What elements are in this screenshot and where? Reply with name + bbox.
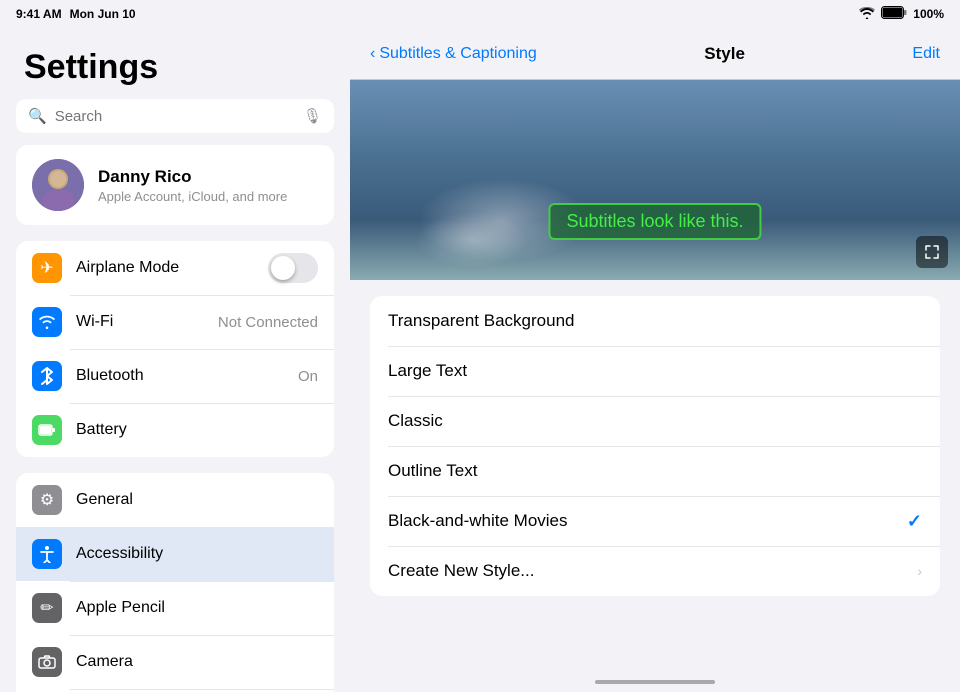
accessibility-icon (32, 539, 62, 569)
apple-pencil-label: Apple Pencil (76, 599, 318, 617)
sidebar-item-camera[interactable]: Camera (16, 635, 334, 689)
search-bar[interactable]: 🔍 🎙 (16, 99, 334, 133)
style-item-transparent-bg[interactable]: Transparent Background (370, 296, 940, 346)
home-indicator (595, 680, 715, 684)
battery-icon (881, 6, 907, 22)
status-bar: 9:41 AM Mon Jun 10 100% (0, 0, 960, 28)
mic-icon[interactable]: 🎙 (303, 107, 322, 125)
preview-area: Subtitles look like this. (350, 80, 960, 280)
avatar (32, 159, 84, 211)
sidebar-item-airplane-mode[interactable]: ✈ Airplane Mode (16, 241, 334, 295)
battery-settings-icon (32, 415, 62, 445)
sidebar-item-battery[interactable]: Battery (16, 403, 334, 457)
style-item-large-text[interactable]: Large Text (370, 346, 940, 396)
battery-percent: 100% (913, 7, 944, 21)
style-item-create-new[interactable]: Create New Style... › (370, 546, 940, 596)
sidebar-item-accessibility[interactable]: Accessibility (16, 527, 334, 581)
style-item-classic[interactable]: Classic (370, 396, 940, 446)
create-new-chevron-icon: › (917, 563, 922, 579)
wifi-value: Not Connected (218, 314, 318, 331)
sidebar-title: Settings (0, 28, 350, 99)
profile-subtitle: Apple Account, iCloud, and more (98, 189, 287, 204)
bluetooth-value: On (298, 368, 318, 385)
edit-button[interactable]: Edit (912, 45, 940, 63)
checkmark-icon: ✓ (907, 511, 922, 532)
airplane-mode-icon: ✈ (32, 253, 62, 283)
wifi-icon (859, 7, 875, 22)
back-button[interactable]: ‹ Subtitles & Captioning (370, 45, 537, 63)
style-list: Transparent Background Large Text Classi… (350, 280, 960, 672)
back-label: Subtitles & Captioning (379, 45, 536, 63)
style-item-outline-text[interactable]: Outline Text (370, 446, 940, 496)
bluetooth-label: Bluetooth (76, 367, 284, 385)
style-item-black-white-movies[interactable]: Black-and-white Movies ✓ (370, 496, 940, 546)
sidebar: Settings 🔍 🎙 Danny Rico App (0, 28, 350, 692)
bottom-bar (350, 672, 960, 692)
wifi-label: Wi-Fi (76, 313, 204, 331)
profile-name: Danny Rico (98, 167, 287, 187)
general-icon: ⚙ (32, 485, 62, 515)
outline-text-label: Outline Text (388, 461, 922, 481)
cloud-background (350, 80, 960, 280)
airplane-mode-label: Airplane Mode (76, 259, 254, 277)
sidebar-item-bluetooth[interactable]: Bluetooth On (16, 349, 334, 403)
accessibility-label: Accessibility (76, 545, 318, 563)
status-time: 9:41 AM (16, 7, 62, 21)
settings-group-system: ⚙ General Accessibility ✏ Ap (16, 473, 334, 692)
black-white-movies-label: Black-and-white Movies (388, 511, 907, 531)
sidebar-item-wifi[interactable]: Wi-Fi Not Connected (16, 295, 334, 349)
sidebar-item-apple-pencil[interactable]: ✏ Apple Pencil (16, 581, 334, 635)
camera-icon (32, 647, 62, 677)
battery-label: Battery (76, 421, 318, 439)
settings-group-connectivity: ✈ Airplane Mode Wi-Fi Not Connected (16, 241, 334, 457)
search-icon: 🔍 (28, 107, 47, 125)
wifi-settings-icon (32, 307, 62, 337)
sidebar-item-general[interactable]: ⚙ General (16, 473, 334, 527)
apple-pencil-icon: ✏ (32, 593, 62, 623)
classic-label: Classic (388, 411, 922, 431)
expand-button[interactable] (916, 236, 948, 268)
general-label: General (76, 491, 318, 509)
subtitle-preview: Subtitles look like this. (548, 203, 761, 240)
bluetooth-icon (32, 361, 62, 391)
nav-title: Style (704, 44, 745, 64)
large-text-label: Large Text (388, 361, 922, 381)
status-date: Mon Jun 10 (70, 7, 136, 21)
back-chevron-icon: ‹ (370, 45, 375, 63)
nav-bar: ‹ Subtitles & Captioning Style Edit (350, 28, 960, 80)
right-panel: ‹ Subtitles & Captioning Style Edit Subt… (350, 28, 960, 692)
camera-label: Camera (76, 653, 318, 671)
profile-card[interactable]: Danny Rico Apple Account, iCloud, and mo… (16, 145, 334, 225)
search-input[interactable] (55, 108, 295, 125)
style-options-group: Transparent Background Large Text Classi… (370, 296, 940, 596)
transparent-bg-label: Transparent Background (388, 311, 922, 331)
airplane-mode-toggle[interactable] (268, 253, 318, 283)
create-new-style-label: Create New Style... (388, 561, 917, 581)
